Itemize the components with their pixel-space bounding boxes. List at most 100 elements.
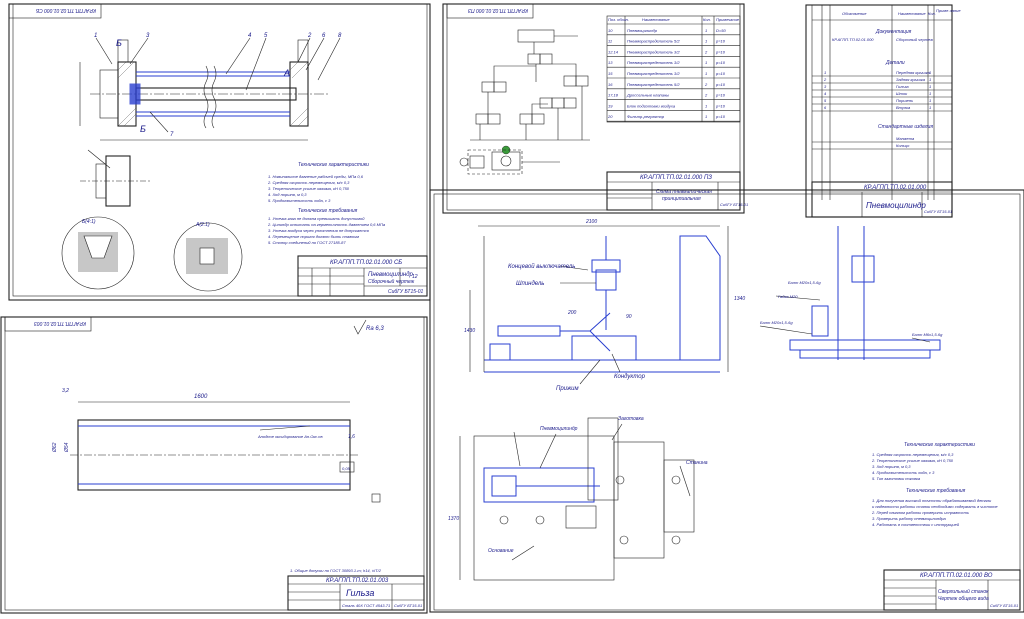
sleeve-org: СибГУ БТ15-01 (394, 603, 422, 608)
assembly-req-line: 2. Цилиндр испытать на герметичность дав… (267, 222, 386, 227)
bom-title-block: КР.АГПП.ТП.02.01.000 Пневмоцилиндр СибГУ… (811, 181, 953, 218)
pneumatic-cell: 13 (608, 60, 613, 65)
general-tech-line: 3. Ход поршня, м 0,3 (872, 464, 911, 469)
pneumatic-cell: 1 (705, 103, 707, 108)
assembly-req-line: 5. Стопор соединений по ГОСТ 27185-87 (268, 240, 346, 245)
assembly-tech-notes: Технические характеристики 1. Номинально… (267, 162, 386, 245)
pneumatic-cell: 10 (608, 28, 613, 33)
bolt-label: Болт М20х1,5-6g (788, 280, 821, 285)
machine-side-view: Болт М20х1,5-6g Гайка М20 Болт М20х1,5-6… (759, 226, 943, 360)
bom-col-header: Обозначение (842, 11, 867, 16)
bom-section-std: Стандартные изделия (878, 124, 933, 130)
bom-part-qty: 1 (929, 105, 931, 110)
sleeve-title-name: Гильза (346, 588, 374, 598)
general-req-line: 1. Для получения высокой точности обраба… (872, 498, 992, 503)
assembly-tech-line: 4. Ход поршня, м 0,3 (268, 192, 307, 197)
label-view-b-bottom: Б (140, 124, 146, 134)
general-tech-line: 5. Тип заготовки поковка (872, 476, 921, 481)
bom-part-index: 1 (824, 70, 826, 75)
pneumatic-cell: 1 (705, 71, 707, 76)
pneumatic-cell: 2 (704, 49, 708, 54)
pneumatic-cell: Пневмораспределитель 3/2 (627, 71, 680, 76)
label-pneumatic-cylinder: Пневмоцилиндр (540, 426, 578, 432)
bolt-label: Гайка М20 (778, 294, 798, 299)
bom-part-index: 5 (824, 98, 827, 103)
bolt-label: Болт М6х1,5-6g (912, 332, 943, 337)
dim-1430: 1430 (464, 328, 475, 334)
bom-part-name: Гильза (896, 84, 909, 89)
pneumatic-cell: D=50 (716, 28, 726, 33)
bom-col-header: Наименование (898, 11, 926, 16)
pneumatic-title-code: КР.АГПП.ТП.02.01.000 ПЗ (640, 175, 712, 181)
bom-doc-code: КР.АГПП.ТП.02.01.000 (832, 37, 874, 42)
pneumatic-cell: p=10 (715, 49, 726, 54)
assembly-tech-line: 1. Номинальное давление рабочей среды, М… (268, 174, 364, 179)
bom-part-name: Поршень (896, 98, 913, 103)
pneumatic-title-block: КР.АГПП.ТП.02.01.000 ПЗ Схема пневматиче… (606, 171, 748, 211)
pneumatic-cell: 1 (705, 114, 707, 119)
assembly-sheet-number: 12 (412, 274, 418, 280)
cylinder-assembly-view: 1 3 4 5 2 6 8 7 Б А Б (79, 33, 342, 141)
bom-part-index: 6 (824, 105, 827, 110)
section-b-detail: Б(4:1) (61, 216, 135, 290)
pneumatic-cell: 15 (608, 71, 613, 76)
assembly-req-line: 1. Утечка газа не должна превышать допус… (268, 216, 365, 221)
dim-inner-dia: Ø54 (64, 442, 70, 453)
callout-5: 5 (264, 33, 268, 39)
label-blank: Заготовка (618, 416, 644, 422)
general-req-line: и надежности работы станок необходимо со… (872, 504, 998, 509)
sleeve-title-code: КР.АГПП.ТП.02.01.003 (326, 578, 389, 584)
bom-part-name: Втулка (896, 105, 911, 110)
general-org: СибГУ БТ15-01 (990, 603, 1018, 608)
general-tech-notes: Технические характеристики 1. Средняя ск… (871, 442, 998, 527)
dim-length: 1600 (194, 394, 208, 400)
label-view-b-top: Б (116, 38, 122, 48)
bom-part-qty: 1 (929, 91, 931, 96)
callout-4: 4 (248, 33, 252, 39)
pneumatic-cell: Пневмораспределитель 5/2 (627, 39, 680, 44)
bom-part-qty: 1 (929, 70, 931, 75)
label-machine-frame: Станина (686, 460, 708, 466)
bom-col-header: Приме-чание (936, 8, 961, 13)
pneumatic-cell: p=10 (715, 93, 726, 98)
pneumatic-title-sub: принципиальная (662, 196, 701, 202)
sleeve-title-block: КР.АГПП.ТП.02.01.003 Гильза Сталь 40Х ГО… (287, 575, 425, 611)
general-title-name: Сверлильный станок (938, 588, 989, 595)
label-view-a: А (283, 68, 290, 78)
dim-tolerance: 0,05 (342, 466, 351, 471)
pneumatic-col-header: Поз. обозн. (608, 17, 629, 22)
general-title-code: КР.АГПП.ТП.02.01.000 ВО (920, 573, 993, 579)
drawing-board: КР.АГПП.ТП.02.01.000 СБ 1 3 4 5 2 6 8 7 … (0, 0, 1024, 615)
assembly-tech-line: 2. Средняя скорость перемещения, м/с 0,3 (267, 180, 350, 185)
dim-1340: 1340 (734, 296, 745, 302)
sleeve-material: Сталь 40Х ГОСТ 4543-71 (342, 603, 390, 608)
assembly-tech-line: 3. Теоретическое усилие зажима, кН 0,750 (268, 186, 350, 191)
assembly-title-code: КР.АГПП.ТП.02.01.000 СБ (330, 260, 402, 266)
assembly-req-heading: Технические требования (298, 208, 358, 214)
bom-org: СибГУ БТ15-01 (924, 209, 952, 214)
dim-2100: 2100 (585, 219, 597, 225)
pneumatic-cell: Пневмоцилиндр (627, 28, 658, 33)
pneumatic-cell: p=10 (715, 82, 726, 87)
general-tech-line: 1. Средняя скорость перемещения, м/с 0,3 (872, 452, 954, 457)
assembly-side-view (80, 149, 150, 207)
bom-std-list: Манжета Кольцо (812, 136, 952, 150)
bom-part-qty: 1 (929, 77, 931, 82)
callout-3: 3 (146, 33, 150, 39)
general-tech-line: 4. Продолжительность хода, с 3 (872, 470, 935, 475)
section-a-detail: А(2:1) (173, 222, 243, 292)
dim-surface: 1,6 (348, 434, 355, 440)
pneumatic-cell: p=10 (715, 114, 726, 119)
assembly-title-sub: Сборочный чертеж (368, 278, 415, 285)
bom-part-index: 3 (824, 84, 827, 89)
pneumatic-rows: 10 Пневмоцилиндр 1 D=50 1 1 Пневмораспределите… (607, 28, 740, 122)
callout-1: 1 (94, 33, 97, 39)
label-conductor: Кондуктор (614, 374, 646, 380)
pneumatic-cell: 2 (704, 93, 708, 98)
coating-note: Анодное оксидирование Ан.Окс.нв (257, 434, 323, 439)
label-section-a: А(2:1) (195, 222, 210, 228)
pneumatic-cell: 2 (704, 82, 708, 87)
assembly-req-line: 4. Перемещение поршня должно быть плавны… (268, 234, 359, 239)
label-base: Основание (488, 548, 514, 554)
assembly-tech-heading: Технические характеристики (298, 162, 369, 168)
